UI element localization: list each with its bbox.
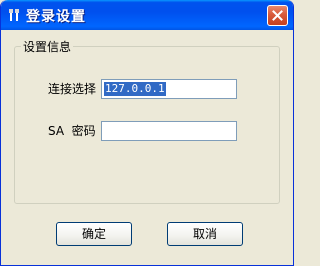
close-button[interactable] bbox=[267, 5, 288, 26]
cancel-button[interactable]: 取消 bbox=[167, 222, 243, 246]
sa-password-label: SA 密码 bbox=[48, 124, 96, 138]
title-bar[interactable]: 登录设置 bbox=[1, 0, 293, 30]
connect-input[interactable]: 127.0.0.1 bbox=[101, 79, 237, 99]
close-icon bbox=[272, 10, 283, 21]
app-icon bbox=[8, 8, 22, 22]
login-settings-dialog: 登录设置 设置信息 连接选择 127.0.0.1 SA 密码 确定 取消 bbox=[0, 0, 294, 266]
ok-button[interactable]: 确定 bbox=[56, 222, 132, 246]
sa-password-input[interactable] bbox=[101, 121, 237, 141]
connect-input-value: 127.0.0.1 bbox=[104, 82, 166, 96]
connect-label: 连接选择 bbox=[48, 82, 97, 96]
window-title: 登录设置 bbox=[26, 9, 86, 25]
group-title: 设置信息 bbox=[21, 38, 74, 55]
